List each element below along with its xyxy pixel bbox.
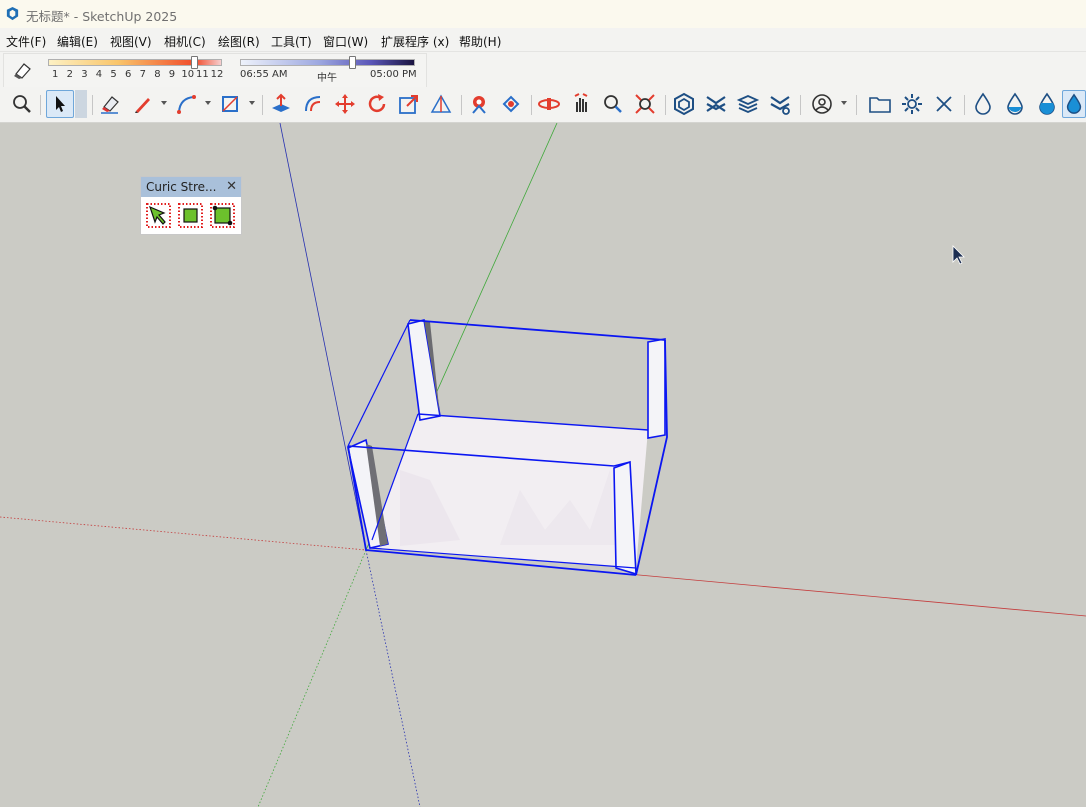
style-drop-3-icon[interactable] <box>1033 90 1061 118</box>
title-bar: 无标题* - SketchUp 2025 <box>0 0 1086 28</box>
month-tick-4: 4 <box>95 69 103 80</box>
rectangle-icon[interactable] <box>216 90 244 118</box>
warehouse-icon[interactable] <box>670 90 698 118</box>
month-tick-10: 10 <box>181 69 195 80</box>
menu-edit[interactable]: 编辑(E) <box>57 33 98 50</box>
month-tick-2: 2 <box>66 69 73 80</box>
zoom-window-icon[interactable] <box>599 90 627 118</box>
pan-icon[interactable] <box>567 90 595 118</box>
post-back-right <box>647 338 666 439</box>
menu-draw[interactable]: 绘图(R) <box>218 33 260 50</box>
outliner-icon[interactable] <box>766 90 794 118</box>
month-slider-thumb[interactable] <box>191 56 198 69</box>
menu-bar: 文件(F) 编辑(E) 视图(V) 相机(C) 绘图(R) 工具(T) 窗口(W… <box>0 28 1086 51</box>
menu-file[interactable]: 文件(F) <box>6 33 46 50</box>
time-noon-label: 中午 <box>317 73 337 84</box>
pencil-line-icon[interactable] <box>129 90 157 118</box>
style-drop-2-icon[interactable] <box>1001 90 1029 118</box>
menu-extensions[interactable]: 扩展程序 (x) <box>381 33 449 50</box>
curic-panel-title: Curic Stre... <box>146 180 217 194</box>
move-icon[interactable] <box>331 90 359 118</box>
curic-stretch-panel: Curic Stre... ✕ <box>140 176 242 235</box>
extension-icon[interactable] <box>702 90 730 118</box>
layers-icon[interactable] <box>734 90 762 118</box>
selected-box-group <box>347 319 668 576</box>
month-tick-8: 8 <box>154 69 161 80</box>
shadow-toggle-icon[interactable] <box>12 59 34 81</box>
select-icon[interactable] <box>46 90 74 118</box>
month-tick-11: 11 <box>196 69 209 80</box>
paint-bucket-icon[interactable] <box>465 90 493 118</box>
main-toolbar <box>0 87 1086 123</box>
style-drop-1-icon[interactable] <box>969 90 997 118</box>
style-drop-4-icon[interactable] <box>1062 90 1086 118</box>
menu-camera[interactable]: 相机(C) <box>164 33 206 50</box>
month-tick-7: 7 <box>139 69 146 80</box>
curic-panel-header[interactable]: Curic Stre... ✕ <box>141 177 241 197</box>
scale-icon[interactable] <box>395 90 423 118</box>
component-icon[interactable] <box>497 90 525 118</box>
month-tick-9: 9 <box>168 69 176 80</box>
gear-icon[interactable] <box>898 90 926 118</box>
blue-axis-positive <box>279 123 367 551</box>
menu-help[interactable]: 帮助(H) <box>459 33 501 50</box>
stretch-box-icon[interactable] <box>177 202 204 229</box>
month-tick-6: 6 <box>125 69 132 80</box>
time-start-label: 06:55 AM <box>240 69 288 80</box>
close-icon[interactable] <box>930 90 958 118</box>
month-tick-12: 12 <box>210 69 224 80</box>
month-tick-5: 5 <box>110 69 117 80</box>
month-tick-labels: 1 2 3 4 5 6 7 8 9 10 11 12 <box>52 69 224 81</box>
month-tick-3: 3 <box>81 69 88 80</box>
menu-view[interactable]: 视图(V) <box>110 33 152 50</box>
zoom-extents-icon[interactable] <box>631 90 659 118</box>
blue-axis-negative <box>365 549 421 807</box>
eraser-icon[interactable] <box>96 90 124 118</box>
offset-icon[interactable] <box>299 90 327 118</box>
red-axis-negative <box>0 516 367 551</box>
rotate-icon[interactable] <box>363 90 391 118</box>
folder-icon[interactable] <box>866 90 894 118</box>
stretch-select-icon[interactable] <box>145 202 172 229</box>
shadow-settings-panel: 1 2 3 4 5 6 7 8 9 10 11 12 06:55 AM 中午 05:00 PM <box>3 53 427 88</box>
select-dropdown[interactable] <box>75 90 87 118</box>
time-slider-thumb[interactable] <box>349 56 356 69</box>
green-axis-negative <box>257 549 367 807</box>
time-slider[interactable] <box>240 59 415 66</box>
orbit-icon[interactable] <box>535 90 563 118</box>
arc-icon[interactable] <box>172 90 200 118</box>
mouse-cursor-icon <box>952 245 965 265</box>
push-pull-icon[interactable] <box>267 90 295 118</box>
zoom-icon[interactable] <box>8 90 36 118</box>
month-tick-1: 1 <box>52 69 59 80</box>
profile-icon[interactable] <box>808 90 836 118</box>
time-end-label: 05:00 PM <box>370 69 417 80</box>
sketchup-logo-icon <box>6 6 19 21</box>
menu-tools[interactable]: 工具(T) <box>271 33 312 50</box>
curic-close-icon[interactable]: ✕ <box>226 179 237 194</box>
stretch-corner-icon[interactable] <box>209 202 236 229</box>
window-title: 无标题* - SketchUp 2025 <box>26 9 178 24</box>
menu-window[interactable]: 窗口(W) <box>323 33 368 50</box>
post-back-left <box>407 319 441 421</box>
protractor-icon[interactable] <box>427 90 455 118</box>
